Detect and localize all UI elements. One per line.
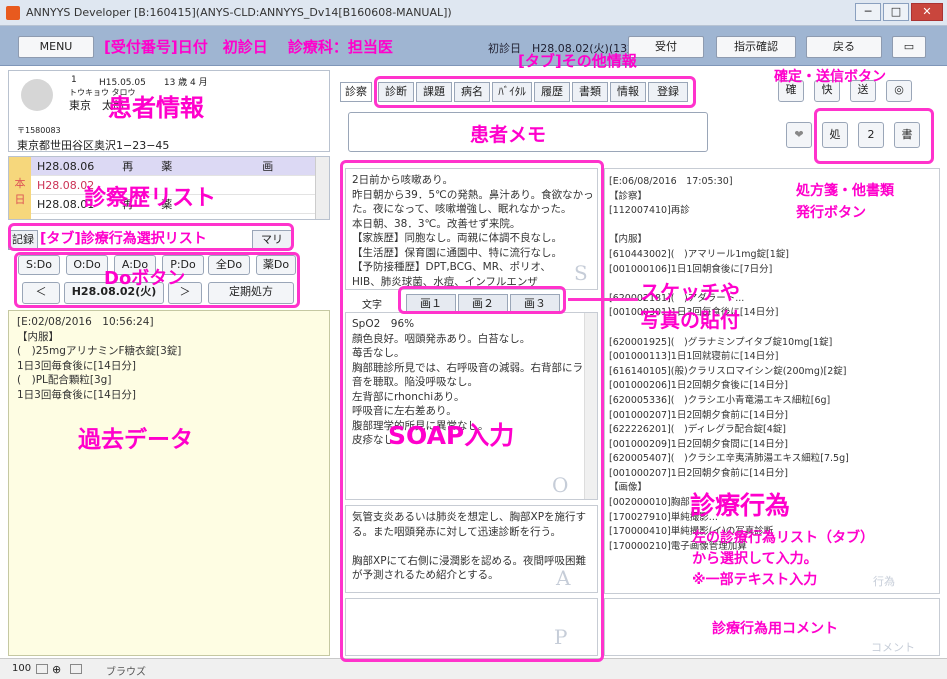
screen-icon[interactable]: ▭ [892,36,926,58]
past-data-text: [E:02/08/2016 10:56:24] 【内服】 ( )25mgアリナミ… [17,316,182,401]
tab-shinsatsu[interactable]: 診察 [340,82,372,102]
zoom-out-icon[interactable] [36,664,48,674]
history-row[interactable]: H28.08.06 再薬画 [31,157,315,176]
reception-button[interactable]: 受付 [628,36,704,58]
annotation-soap-input: SOAP入力 [388,421,515,450]
patient-number: 1 [71,75,77,85]
minimize-button[interactable]: ─ [855,3,881,21]
annotation-medical-action-desc: 左の診療行為リスト（タブ） から選択して入力。 ※一部テキスト入力 [692,530,874,588]
history-scrollbar[interactable] [315,157,329,219]
annotation-confirm-send: 確定・送信ボタン [774,69,886,85]
zoom-level: 100 [12,663,32,674]
annotation-header: [受付番号]日付 初診日 診療科：担当医 [104,38,393,56]
annotation-do-button: Doボタン [104,268,186,289]
avatar [21,79,53,111]
back-button[interactable]: 戻る [806,36,882,58]
annotation-tab-box [374,76,696,108]
annotation-medical-action: 診療行為 [690,491,791,520]
annotation-connector-line [568,298,638,301]
today-marker: 本 日 [9,157,31,219]
annotation-patient-info: 患者情報 [108,94,204,122]
patient-address: 東京都世田谷区奥沢1−23−45 [17,139,170,152]
annotation-image-tab-box [398,286,566,314]
menu-button[interactable]: MENU [18,36,94,58]
annotation-tab-action-list: [タブ]診療行為選択リスト [40,231,207,247]
instruction-confirm-button[interactable]: 指示確認 [716,36,796,58]
annotation-rx-box [814,108,934,164]
past-data-panel: [E:02/08/2016 10:56:24] 【内服】 ( )25mgアリナミ… [8,310,330,656]
title-bar: ANNYYS Developer [B:160415](ANYS-CLD:ANN… [0,0,947,26]
annotation-other-info: [タブ]その他情報 [518,52,637,70]
browse-label[interactable]: ブラウズ [106,663,146,678]
orders-hint: 行為 [873,575,895,588]
zoom-in-icon[interactable]: ⊕ [52,663,61,676]
annotation-soap-box [340,160,604,662]
annotation-rx-docs: 処方箋・他書類 発行ボタン [796,183,894,221]
app-logo-icon [6,5,20,20]
annotation-history-list: 診察歴リスト [84,186,217,211]
annotation-action-comment: 診療行為用コメント [712,621,838,637]
annotation-sketch-photo: スケッチや 写真の貼付 [640,280,740,332]
view-icon[interactable] [70,664,82,674]
comment-placeholder: コメント [871,641,915,654]
patient-postal: 〒1580083 [17,126,61,135]
maximize-button[interactable]: □ [883,3,909,21]
annotation-past-data: 過去データ [78,427,193,453]
favorite-icon[interactable]: ❤ [786,122,812,148]
annotation-patient-memo: 患者メモ [470,124,547,146]
window-title: ANNYYS Developer [B:160415](ANYS-CLD:ANN… [26,6,452,19]
extra-button[interactable]: ◎ [886,80,912,102]
close-button[interactable]: ✕ [911,3,943,21]
